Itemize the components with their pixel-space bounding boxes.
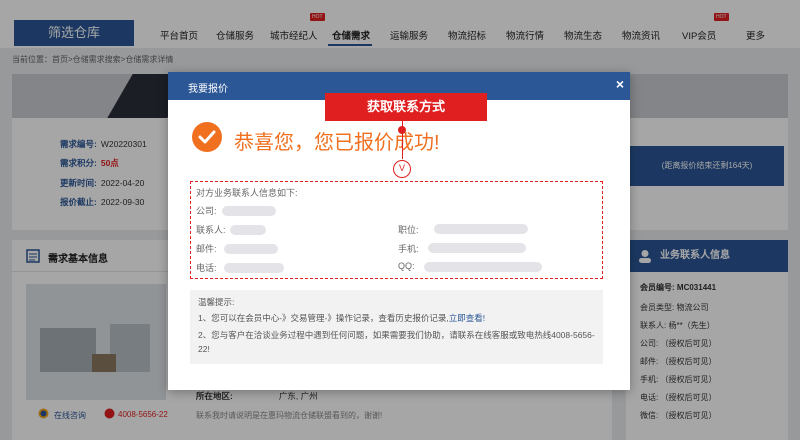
mobile-label: 手机: (398, 244, 419, 254)
tip-1: 1、您可以在会员中心-》交易管理-》操作记录，查看历史报价记录,立即查看! (198, 312, 485, 324)
get-contact-callout[interactable]: 获取联系方式 (325, 93, 487, 121)
company-label: 公司: (196, 206, 217, 216)
contact-label: 联系人: (196, 225, 226, 235)
callout-dot (398, 126, 406, 134)
email-label: 邮件: (196, 244, 217, 254)
check-icon (192, 122, 222, 152)
company-blurred-value (222, 206, 276, 216)
modal-title: 我要报价 (188, 84, 228, 95)
tip-1-text: 1、您可以在会员中心-》交易管理-》操作记录，查看历史报价记录, (198, 313, 449, 323)
qq-label: QQ: (398, 261, 415, 271)
success-message: 恭喜您，您已报价成功! (234, 132, 440, 154)
email-blurred-value (224, 244, 278, 254)
callout-down-marker: V (393, 160, 411, 178)
phone-blurred-value (224, 263, 284, 273)
phone-label: 电话: (196, 263, 217, 273)
position-blurred-value (434, 224, 528, 234)
close-icon[interactable]: × (616, 76, 624, 92)
tip-2: 2、您与客户在洽谈业务过程中遇到任何问题，如果需要我们协助，请联系在线客服或致电… (198, 330, 595, 354)
tips-title: 温馨提示: (198, 297, 235, 307)
qq-blurred-value (424, 262, 542, 272)
mobile-blurred-value (428, 243, 526, 253)
view-history-link[interactable]: 立即查看! (449, 313, 485, 323)
check-mark (198, 130, 216, 144)
contact-intro: 对方业务联系人信息如下: (196, 188, 298, 198)
position-label: 职位: (398, 225, 419, 235)
tips-panel: 温馨提示: 1、您可以在会员中心-》交易管理-》操作记录，查看历史报价记录,立即… (190, 290, 603, 364)
contact-blurred-value (230, 225, 266, 235)
